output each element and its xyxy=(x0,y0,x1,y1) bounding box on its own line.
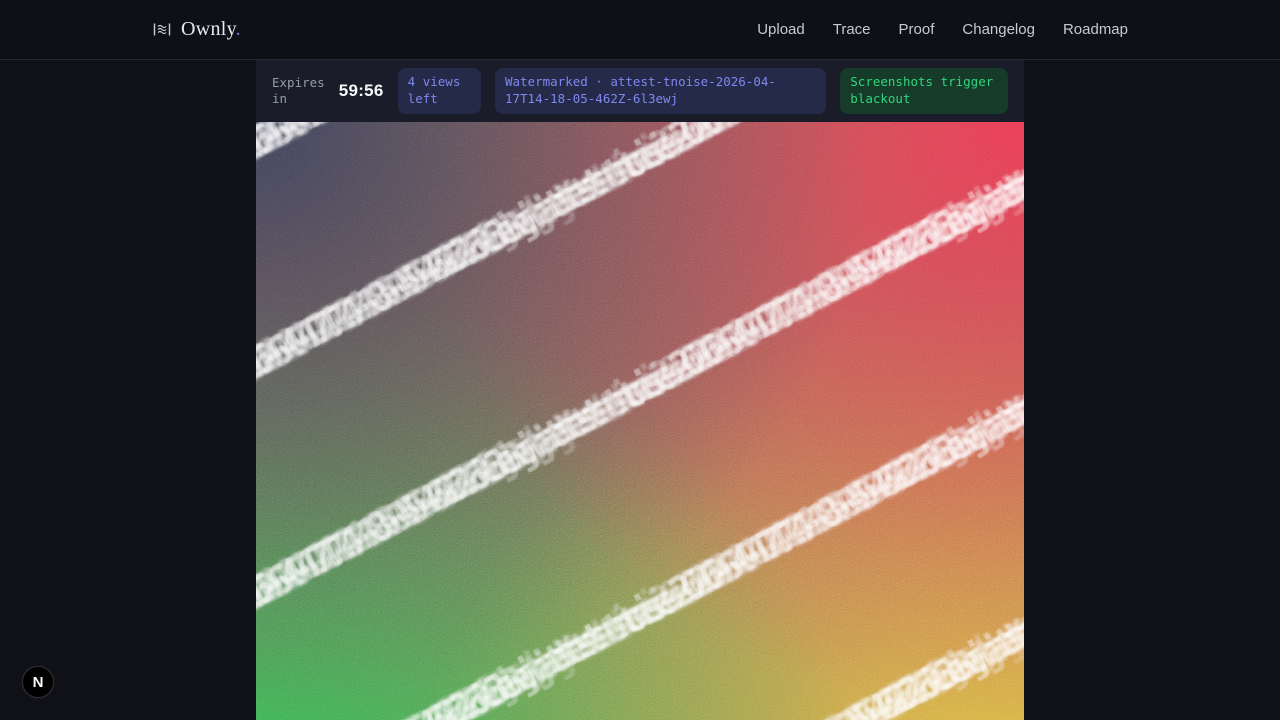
film-grain-overlay xyxy=(256,122,1024,720)
secure-viewer: Expires in 59:56 4 views left Watermarke… xyxy=(256,60,1024,720)
viewer-status-toolbar: Expires in 59:56 4 views left Watermarke… xyxy=(256,60,1024,122)
nav-link-proof[interactable]: Proof xyxy=(899,21,935,38)
views-left-badge: 4 views left xyxy=(398,68,481,114)
waves-between-bars-icon xyxy=(152,21,172,38)
nav-link-changelog[interactable]: Changelog xyxy=(962,21,1035,38)
top-nav-bar: Ownly. Upload Trace Proof Changelog Road… xyxy=(0,0,1280,60)
screenshot-warning-badge: Screenshots trigger blackout xyxy=(840,68,1008,114)
brand-name: Ownly. xyxy=(181,18,241,41)
nav-link-trace[interactable]: Trace xyxy=(833,21,871,38)
nav-link-roadmap[interactable]: Roadmap xyxy=(1063,21,1128,38)
nav-link-upload[interactable]: Upload xyxy=(757,21,805,38)
watermarked-gradient-image: attest-tnoise-2026-04-17T14-18-05-462Z-6… xyxy=(256,122,1024,720)
nextjs-dev-tools-button[interactable]: N xyxy=(22,666,54,698)
brand-logo[interactable]: Ownly. xyxy=(152,18,241,41)
brand-dot: . xyxy=(236,18,241,40)
main-nav: Upload Trace Proof Changelog Roadmap xyxy=(757,21,1128,38)
expires-label: Expires in xyxy=(272,75,325,108)
watermark-badge: Watermarked · attest-tnoise-2026-04-17T1… xyxy=(495,68,826,114)
expiry-countdown-timer: 59:56 xyxy=(339,81,384,101)
